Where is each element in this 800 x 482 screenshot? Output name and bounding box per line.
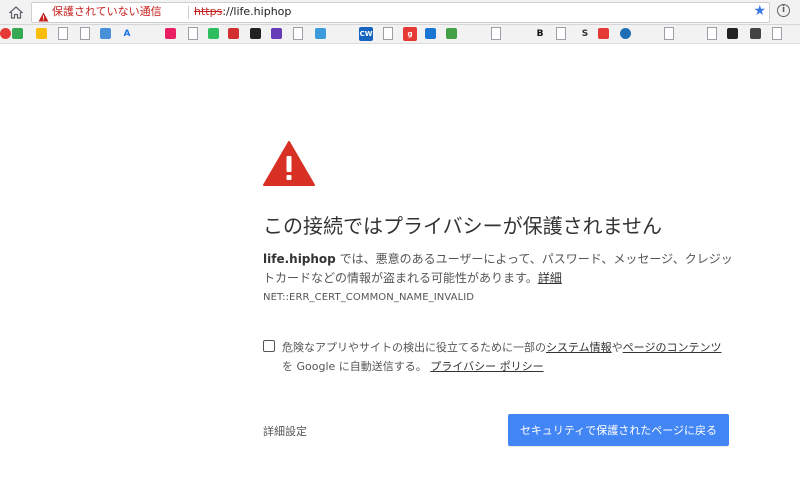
host-name: life.hiphop bbox=[263, 252, 336, 266]
system-info-link[interactable]: システム情報 bbox=[546, 341, 612, 354]
details-link[interactable]: 詳細 bbox=[538, 271, 562, 285]
bookmark-page-icon[interactable] bbox=[664, 27, 674, 40]
security-status-label[interactable]: 保護されていない通信 bbox=[52, 5, 162, 19]
extended-reporting-checkbox[interactable] bbox=[263, 340, 275, 352]
extended-reporting-label: 危険なアプリやサイトの検出に役立てるために一部のシステム情報やページのコンテンツ… bbox=[282, 338, 732, 376]
bookmark-red-badge-icon[interactable] bbox=[598, 28, 609, 39]
bookmark-google-drive-icon[interactable] bbox=[12, 28, 23, 39]
bookmark-page-icon[interactable] bbox=[80, 27, 90, 40]
explanation-paragraph: life.hiphop では、悪意のあるユーザーによって、パスワード、メッセージ… bbox=[263, 250, 733, 288]
bookmark-b-icon[interactable]: B bbox=[533, 27, 547, 41]
page-content-link[interactable]: ページのコンテンツ bbox=[623, 341, 722, 354]
bookmark-arrow-icon[interactable] bbox=[425, 28, 436, 39]
bookmark-checklist-icon[interactable] bbox=[315, 28, 326, 39]
report-suffix: を Google に自動送信する。 bbox=[282, 360, 427, 373]
home-icon[interactable] bbox=[8, 4, 24, 20]
address-bar[interactable]: 保護されていない通信 https://life.hiphop ★ bbox=[31, 2, 770, 23]
url-divider bbox=[188, 6, 189, 19]
bookmark-star-icon[interactable]: ★ bbox=[753, 3, 766, 19]
not-secure-warning-icon[interactable] bbox=[38, 7, 49, 26]
bookmark-feather-icon[interactable] bbox=[271, 28, 282, 39]
bookmark-link-icon[interactable] bbox=[165, 28, 176, 39]
bookmark-globe-icon[interactable] bbox=[100, 28, 111, 39]
warning-triangle-icon bbox=[263, 141, 315, 190]
bookmarks-bar: A CW g B S bbox=[0, 25, 800, 44]
page-title: この接続ではプライバシーが保護されません bbox=[263, 214, 662, 238]
bookmark-red-circle-icon[interactable] bbox=[0, 28, 11, 39]
bookmark-red-square-icon[interactable] bbox=[228, 28, 239, 39]
bookmark-g-icon[interactable]: g bbox=[403, 27, 417, 41]
report-mid: や bbox=[611, 341, 623, 354]
report-prefix: 危険なアプリやサイトの検出に役立てるために一部の bbox=[282, 341, 546, 354]
browser-toolbar: 保護されていない通信 https://life.hiphop ★ i ⋮ bbox=[0, 0, 800, 25]
bookmark-pinwheel-icon[interactable] bbox=[36, 28, 47, 39]
info-icon[interactable]: i bbox=[777, 4, 790, 17]
bookmark-plus-icon[interactable] bbox=[446, 28, 457, 39]
bookmark-cross-icon[interactable] bbox=[750, 28, 761, 39]
bookmark-page-icon[interactable] bbox=[58, 27, 68, 40]
bookmark-page-icon[interactable] bbox=[188, 27, 198, 40]
back-to-safety-button[interactable]: セキュリティで保護されたページに戻る bbox=[508, 414, 729, 446]
url-host: ://life.hiphop bbox=[222, 5, 292, 18]
bookmark-adwords-icon[interactable]: A bbox=[120, 27, 134, 41]
url-scheme: https bbox=[194, 5, 223, 18]
bookmark-page-icon[interactable] bbox=[383, 27, 393, 40]
bookmark-page-icon[interactable] bbox=[293, 27, 303, 40]
bookmark-dark-logo-icon[interactable] bbox=[727, 28, 738, 39]
bookmark-page-icon[interactable] bbox=[556, 27, 566, 40]
error-code: NET::ERR_CERT_COMMON_NAME_INVALID bbox=[263, 292, 475, 303]
bookmark-blue-circle-icon[interactable] bbox=[620, 28, 631, 39]
bookmark-evernote-icon[interactable] bbox=[208, 28, 219, 39]
bookmark-page-icon[interactable] bbox=[707, 27, 717, 40]
more-menu-icon[interactable]: ⋮ bbox=[795, 3, 800, 19]
bookmark-cw-icon[interactable]: CW bbox=[359, 27, 373, 41]
bookmark-s-icon[interactable]: S bbox=[578, 27, 592, 41]
privacy-policy-link[interactable]: プライバシー ポリシー bbox=[430, 360, 543, 373]
url-text[interactable]: https://life.hiphop bbox=[194, 5, 291, 19]
bookmark-dark-square-icon[interactable] bbox=[250, 28, 261, 39]
bookmark-page-icon[interactable] bbox=[772, 27, 782, 40]
bookmark-page-icon[interactable] bbox=[491, 27, 501, 40]
advanced-button[interactable]: 詳細設定 bbox=[263, 423, 307, 439]
